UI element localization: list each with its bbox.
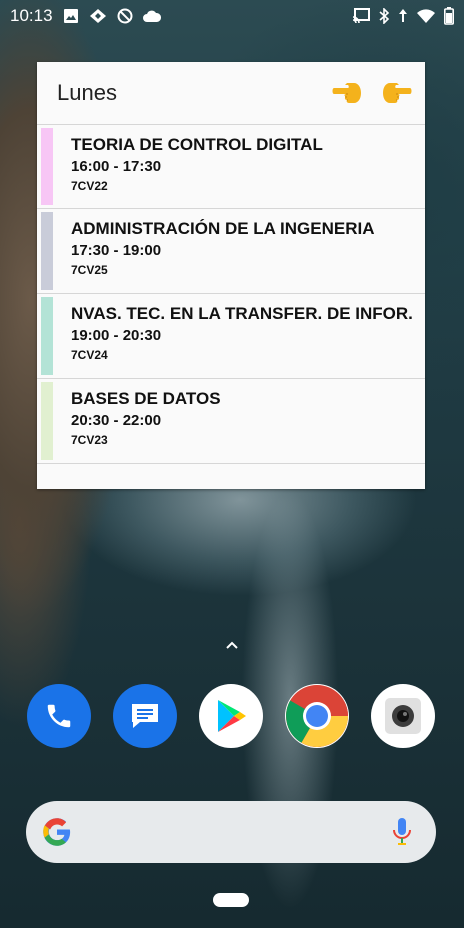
class-time: 20:30 - 22:00 bbox=[71, 412, 162, 429]
class-time: 19:00 - 20:30 bbox=[71, 327, 162, 344]
play-store-icon bbox=[218, 700, 246, 732]
list-item[interactable]: TEORIA DE CONTROL DIGITAL 16:00 - 17:30 … bbox=[37, 124, 425, 209]
class-color-bar bbox=[41, 128, 53, 205]
phone-icon bbox=[47, 704, 71, 728]
class-name: BASES DE DATOS bbox=[71, 389, 221, 408]
class-color-bar bbox=[41, 382, 53, 460]
battery-icon bbox=[444, 7, 454, 25]
widget-header: Lunes bbox=[37, 62, 425, 124]
class-time: 16:00 - 17:30 bbox=[71, 158, 162, 175]
phone-app-button[interactable] bbox=[27, 684, 91, 748]
cast-icon bbox=[352, 8, 370, 24]
class-group: 7CV25 bbox=[71, 263, 108, 277]
app-drawer-arrow-icon[interactable] bbox=[222, 636, 242, 652]
list-item[interactable]: ADMINISTRACIÓN DE LA INGENERIA 17:30 - 1… bbox=[37, 209, 425, 294]
chrome-icon bbox=[286, 685, 348, 747]
home-button[interactable] bbox=[213, 893, 249, 907]
class-group: 7CV23 bbox=[71, 433, 108, 447]
class-name: TEORIA DE CONTROL DIGITAL bbox=[71, 135, 323, 154]
blocked-notification-icon bbox=[117, 8, 133, 24]
google-g-icon bbox=[43, 818, 71, 846]
class-time: 17:30 - 19:00 bbox=[71, 242, 162, 259]
list-item[interactable]: BASES DE DATOS 20:30 - 22:00 7CV23 bbox=[37, 379, 425, 464]
previous-day-button[interactable] bbox=[331, 79, 363, 107]
play-store-app-button[interactable] bbox=[199, 684, 263, 748]
messages-icon bbox=[132, 704, 158, 728]
cloud-icon bbox=[142, 10, 161, 22]
data-arrows-icon bbox=[399, 9, 407, 22]
diamond-notification-icon bbox=[89, 9, 106, 23]
status-bar: 10:13 bbox=[0, 0, 464, 32]
class-name: ADMINISTRACIÓN DE LA INGENERIA bbox=[71, 219, 375, 238]
status-time: 10:13 bbox=[10, 6, 53, 25]
hand-pointing-right-icon bbox=[383, 83, 412, 103]
list-item[interactable]: NVAS. TEC. EN LA TRANSFER. DE INFOR. 19:… bbox=[37, 294, 425, 379]
image-notification-icon bbox=[63, 9, 78, 23]
bluetooth-icon bbox=[379, 8, 390, 24]
messages-app-button[interactable] bbox=[113, 684, 177, 748]
google-search-bar[interactable] bbox=[26, 801, 436, 863]
chrome-app-button[interactable] bbox=[285, 684, 349, 748]
class-list: TEORIA DE CONTROL DIGITAL 16:00 - 17:30 … bbox=[37, 124, 425, 464]
class-name: NVAS. TEC. EN LA TRANSFER. DE INFOR. bbox=[71, 304, 413, 323]
day-title: Lunes bbox=[57, 80, 117, 105]
class-color-bar bbox=[41, 297, 53, 375]
hand-pointing-left-icon bbox=[332, 83, 361, 103]
class-group: 7CV22 bbox=[71, 179, 108, 193]
class-group: 7CV24 bbox=[71, 348, 108, 362]
mic-icon[interactable] bbox=[392, 817, 412, 847]
camera-icon bbox=[385, 698, 421, 734]
wifi-icon bbox=[417, 9, 435, 23]
next-day-button[interactable] bbox=[381, 79, 413, 107]
class-color-bar bbox=[41, 212, 53, 290]
camera-app-button[interactable] bbox=[371, 684, 435, 748]
dock bbox=[0, 684, 464, 750]
schedule-widget: Lunes TEORIA DE CONTROL DIGITAL 16:00 - … bbox=[37, 62, 425, 489]
